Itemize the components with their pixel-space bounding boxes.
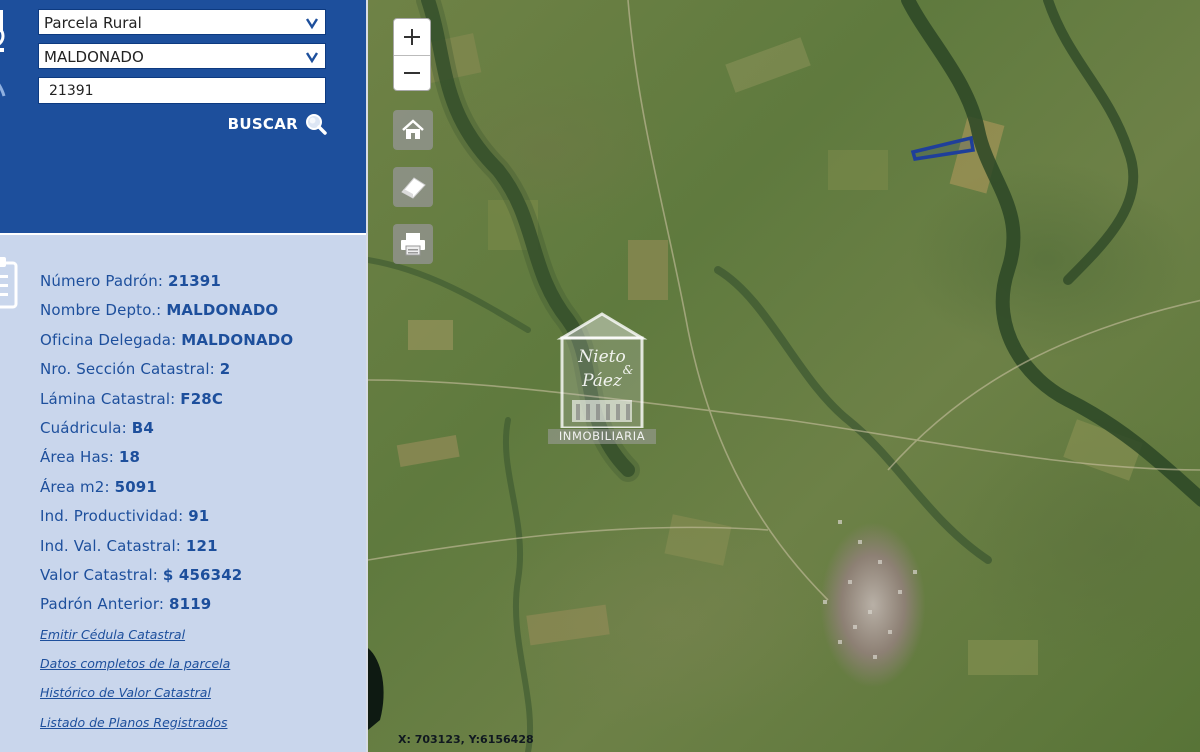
info-row: Número Padrón: 21391 <box>40 272 221 290</box>
info-label: Área Has: <box>40 448 114 467</box>
info-label: Padrón Anterior: <box>40 595 165 614</box>
buscar-button[interactable]: BUSCAR <box>228 112 328 136</box>
zoom-control <box>393 18 431 91</box>
search-panel: Parcela Rural MALDONADO BUSCAR <box>0 0 366 233</box>
print-button[interactable] <box>393 224 433 264</box>
printer-icon <box>401 233 425 256</box>
info-row: Ind. Productividad: 91 <box>40 507 209 525</box>
home-button[interactable] <box>393 110 433 150</box>
info-row: Lámina Catastral: F28C <box>40 390 223 408</box>
parcel-info-panel: Número Padrón: 21391 Nombre Depto.: MALDO… <box>0 235 366 752</box>
info-value: 5091 <box>114 477 157 496</box>
info-row: Nombre Depto.: MALDONADO <box>40 301 278 319</box>
info-value: 121 <box>185 536 218 555</box>
info-label: Área m2: <box>40 477 110 496</box>
info-value: MALDONADO <box>166 301 279 320</box>
info-row: Valor Catastral: $ 456342 <box>40 566 242 584</box>
home-icon <box>402 119 424 139</box>
info-value: $ 456342 <box>162 566 243 584</box>
info-row: Ind. Val. Catastral: 121 <box>40 537 218 555</box>
search-icon <box>306 114 327 135</box>
buscar-label: BUSCAR <box>227 115 298 133</box>
type-select[interactable]: Parcela Rural <box>38 9 326 35</box>
info-label: Lámina Catastral: <box>40 389 176 408</box>
info-row: Nro. Sección Catastral: 2 <box>40 360 230 378</box>
coordinates-readout: X: 703123, Y:6156428 <box>398 733 534 746</box>
info-value: 21391 <box>168 272 221 290</box>
info-label: Cuádricula: <box>40 419 127 437</box>
info-value: 2 <box>219 360 231 379</box>
zoom-in-button[interactable] <box>394 19 430 55</box>
info-label: Nombre Depto.: <box>40 301 162 320</box>
info-link[interactable]: Histórico de Valor Catastral <box>40 685 211 700</box>
satellite-map[interactable]: Nieto & Páez INMOBILIARIA X: 703123, Y:6… <box>366 0 1200 752</box>
info-label: Oficina Delegada: <box>40 330 177 349</box>
eraser-icon <box>401 177 426 199</box>
chevron-down-icon <box>305 52 319 64</box>
eraser-button[interactable] <box>393 167 433 207</box>
info-link[interactable]: Emitir Cédula Catastral <box>40 627 185 642</box>
info-label: Número Padrón: <box>40 272 164 290</box>
info-value: 18 <box>118 448 141 467</box>
watermark-text: INMOBILIARIA <box>548 429 656 444</box>
info-link[interactable]: Listado de Planos Registrados <box>40 715 227 730</box>
chevron-down-icon <box>305 18 319 30</box>
watermark-logo: Nieto & Páez INMOBILIARIA <box>548 308 656 448</box>
info-label: Ind. Productividad: <box>40 507 184 526</box>
info-row: Área m2: 5091 <box>40 478 157 496</box>
watermark-house-icon: Nieto & Páez <box>556 312 648 430</box>
watermark-brand-bottom: Páez <box>581 371 623 391</box>
info-value: F28C <box>180 389 224 408</box>
info-link[interactable]: Datos completos de la parcela <box>40 656 230 671</box>
watermark-brand-top: Nieto <box>577 347 625 367</box>
info-value: B4 <box>131 419 154 437</box>
map-terrain <box>368 0 1200 752</box>
info-row: Área Has: 18 <box>40 448 140 466</box>
info-row: Cuádricula: B4 <box>40 419 154 437</box>
minus-icon <box>404 72 420 74</box>
department-select[interactable]: MALDONADO <box>38 43 326 69</box>
info-row: Padrón Anterior: 8119 <box>40 595 211 613</box>
info-row: Oficina Delegada: MALDONADO <box>40 331 293 349</box>
type-select-value: Parcela Rural <box>44 14 142 32</box>
info-label: Valor Catastral: <box>40 566 158 584</box>
info-label: Ind. Val. Catastral: <box>40 536 181 555</box>
watermark-brand-amp: & <box>623 363 634 377</box>
info-label: Nro. Sección Catastral: <box>40 360 215 379</box>
info-value: 8119 <box>169 595 212 614</box>
info-value: MALDONADO <box>181 330 294 349</box>
info-value: 91 <box>188 507 210 526</box>
padron-input[interactable] <box>38 77 326 104</box>
clipboard-icon <box>0 257 18 309</box>
zoom-out-button[interactable] <box>394 55 430 91</box>
department-select-value: MALDONADO <box>44 48 144 66</box>
cadastre-logo-icon <box>0 10 6 97</box>
plus-icon <box>404 29 420 45</box>
